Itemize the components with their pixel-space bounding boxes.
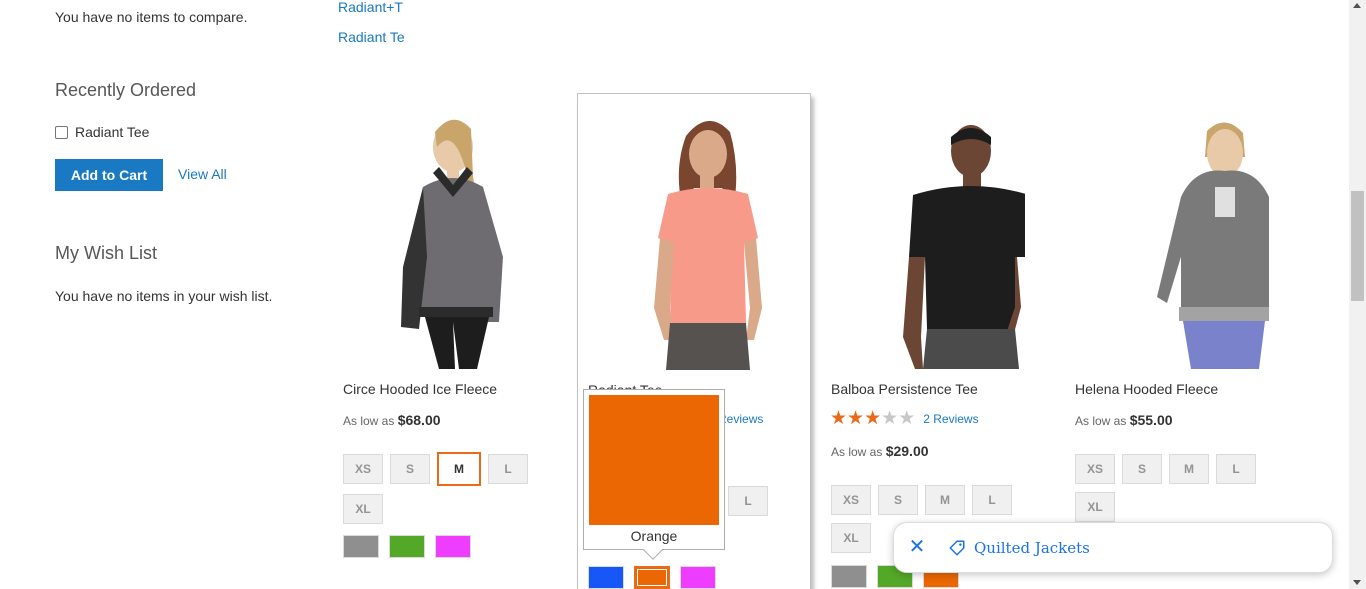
price-value: $29.00 (885, 443, 929, 459)
size-option[interactable]: L (972, 485, 1012, 515)
color-options (343, 535, 471, 558)
scroll-down-arrow-icon[interactable] (1353, 580, 1361, 585)
product-image[interactable] (831, 107, 1025, 369)
product-name[interactable]: Balboa Persistence Tee (831, 381, 978, 397)
product-image[interactable] (1075, 107, 1269, 369)
product-name[interactable]: Helena Hooded Fleece (1075, 381, 1218, 397)
size-option[interactable]: L (1216, 454, 1256, 484)
color-swatch-blue[interactable] (588, 566, 624, 589)
price-value: $55.00 (1129, 412, 1173, 428)
scrollbar-thumb[interactable] (1351, 191, 1364, 301)
product-card: Balboa Persistence Tee ★ ★ ★ ★ ★ 2 Revie… (811, 93, 1045, 589)
product-card: Helena Hooded Fleece As low as $55.00 XS… (1055, 93, 1289, 589)
color-swatch-purple[interactable] (435, 535, 471, 558)
color-swatch-green[interactable] (389, 535, 425, 558)
size-option[interactable]: M (1169, 454, 1209, 484)
color-swatch-orange-selected[interactable] (634, 566, 670, 589)
wishlist-empty-message: You have no items in your wish list. (55, 288, 273, 304)
size-option[interactable]: M (925, 485, 965, 515)
swatch-tooltip: Orange (583, 389, 725, 560)
size-option[interactable]: XS (831, 485, 871, 515)
size-options: L (728, 486, 788, 516)
swatch-preview (589, 395, 719, 525)
product-card: Circe Hooded Ice Fleece As low as $68.00… (323, 93, 557, 589)
size-option[interactable]: S (390, 454, 430, 484)
color-swatch-gray[interactable] (831, 565, 867, 588)
page-scrollbar[interactable] (1349, 0, 1366, 589)
size-options: XS S M L XL (343, 452, 543, 524)
color-swatch-gray[interactable] (343, 535, 379, 558)
product-price: As low as $55.00 (1075, 412, 1173, 428)
recently-ordered-checkbox[interactable] (55, 125, 68, 139)
size-option[interactable]: L (488, 454, 528, 484)
size-option[interactable]: L (728, 486, 768, 516)
recently-ordered-title: Recently Ordered (55, 80, 197, 100)
product-rating: ★ ★ ★ ★ ★ 2 Reviews (830, 409, 979, 428)
size-option[interactable]: S (1122, 454, 1162, 484)
product-name[interactable]: Circe Hooded Ice Fleece (343, 381, 497, 397)
scroll-up-arrow-icon[interactable] (1353, 3, 1361, 8)
size-option[interactable]: S (878, 485, 918, 515)
recently-ordered-item[interactable]: Radiant Tee (55, 124, 149, 140)
chip-label[interactable]: Quilted Jackets (974, 539, 1090, 557)
size-option[interactable]: XL (831, 523, 871, 553)
tag-icon (949, 540, 965, 556)
size-option-selected[interactable]: M (437, 452, 481, 486)
close-icon[interactable]: ✕ (908, 536, 926, 556)
size-option[interactable]: XS (343, 454, 383, 484)
star-empty-icon: ★ (881, 408, 899, 429)
recently-ordered-item-label: Radiant Tee (75, 124, 150, 140)
product-image[interactable] (343, 107, 537, 369)
price-prefix: As low as (1075, 414, 1127, 428)
color-options (588, 566, 716, 589)
size-options: XS S M L XL (1075, 454, 1275, 522)
size-option[interactable]: XL (1075, 492, 1115, 522)
color-swatch-purple[interactable] (680, 566, 716, 589)
compare-empty-message: You have no items to compare. (55, 9, 248, 25)
star-filled-icon: ★ (864, 408, 882, 429)
search-chip[interactable]: ✕ Quilted Jackets (893, 522, 1333, 573)
reviews-link[interactable]: 2 Reviews (923, 412, 978, 426)
price-prefix: As low as (831, 445, 883, 459)
product-price: As low as $68.00 (343, 412, 441, 428)
product-price: As low as $29.00 (831, 443, 929, 459)
view-all-link[interactable]: View All (178, 166, 227, 182)
price-value: $68.00 (397, 412, 441, 428)
product-image[interactable] (598, 108, 792, 370)
add-to-cart-button[interactable]: Add to Cart (55, 159, 163, 191)
wishlist-title: My Wish List (55, 243, 158, 263)
size-option[interactable]: XS (1075, 454, 1115, 484)
price-prefix: As low as (343, 414, 395, 428)
search-suggestion-link[interactable]: Radiant+T (338, 0, 403, 15)
size-option[interactable]: XL (343, 494, 383, 524)
search-suggestion-link[interactable]: Radiant Te (338, 29, 405, 45)
star-filled-icon: ★ (847, 408, 865, 429)
star-filled-icon: ★ (830, 408, 848, 429)
star-empty-icon: ★ (898, 408, 916, 429)
